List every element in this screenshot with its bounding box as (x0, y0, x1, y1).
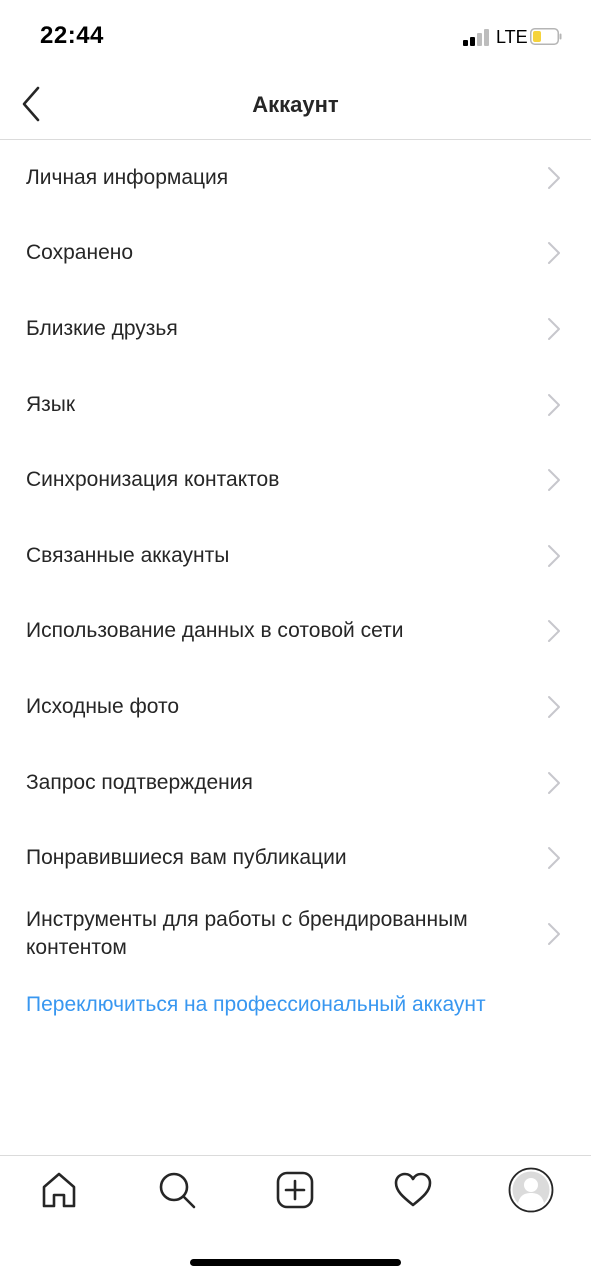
menu-item-cellular-data[interactable]: Использование данных в сотовой сети (0, 594, 591, 670)
chevron-right-icon (548, 544, 560, 567)
menu-item-label: Личная информация (26, 165, 229, 189)
menu-item-label: Сохранено (26, 241, 134, 265)
menu-item-label: Исходные фото (26, 694, 180, 718)
menu-item-label: Понравившиеся вам публикации (26, 846, 347, 870)
home-indicator (190, 1259, 401, 1266)
chevron-right-icon (548, 166, 560, 189)
page-title: Аккаунт (252, 92, 339, 117)
tab-home[interactable] (35, 1166, 83, 1214)
menu-item-contacts-sync[interactable]: Синхронизация контактов (0, 442, 591, 518)
menu-item-language[interactable]: Язык (0, 367, 591, 443)
menu-item-linked-accounts[interactable]: Связанные аккаунты (0, 518, 591, 594)
chevron-right-icon (548, 317, 560, 340)
menu-item-label: Язык (26, 392, 76, 416)
menu-item-saved[interactable]: Сохранено (0, 216, 591, 292)
switch-to-professional-link[interactable]: Переключиться на профессиональный аккаун… (26, 993, 486, 1017)
chevron-right-icon (548, 393, 560, 416)
chevron-right-icon (548, 847, 560, 870)
menu-item-liked-posts[interactable]: Понравившиеся вам публикации (0, 820, 591, 896)
menu-item-original-photos[interactable]: Исходные фото (0, 669, 591, 745)
menu-item-request-verification[interactable]: Запрос подтверждения (0, 745, 591, 821)
account-menu: Личная информация Сохранено Близкие друз… (0, 140, 591, 972)
search-icon (159, 1172, 196, 1209)
chevron-right-icon (548, 771, 560, 794)
signal-strength-icon (463, 28, 493, 46)
menu-item-label: Связанные аккаунты (26, 543, 230, 567)
chevron-right-icon (548, 695, 560, 718)
add-post-icon (276, 1171, 314, 1209)
tab-search[interactable] (153, 1166, 201, 1214)
menu-item-close-friends[interactable]: Близкие друзья (0, 291, 591, 367)
tab-new-post[interactable] (271, 1166, 319, 1214)
menu-item-branded-content-tools[interactable]: Инструменты для работы с брендированным … (0, 896, 591, 972)
chevron-right-icon (548, 922, 560, 945)
heart-icon (394, 1172, 432, 1207)
status-time: 22:44 (40, 22, 104, 49)
tab-activity[interactable] (389, 1166, 437, 1214)
chevron-right-icon (548, 620, 560, 643)
menu-item-personal-info[interactable]: Личная информация (0, 140, 591, 216)
chevron-right-icon (548, 469, 560, 492)
battery-icon (530, 28, 562, 45)
header: Аккаунт (0, 72, 591, 140)
home-icon (42, 1172, 76, 1208)
menu-item-label: Запрос подтверждения (26, 770, 253, 794)
menu-item-label: Инструменты для работы с брендированным … (26, 907, 468, 959)
bottom-tab-bar (0, 1155, 591, 1226)
status-bar: 22:44 LTE (0, 0, 591, 72)
menu-item-label: Синхронизация контактов (26, 468, 280, 492)
network-type: LTE (496, 27, 528, 47)
menu-item-label: Близкие друзья (26, 316, 178, 340)
tab-profile[interactable] (507, 1166, 555, 1214)
chevron-right-icon (548, 242, 560, 265)
profile-avatar-icon (508, 1167, 554, 1213)
menu-item-label: Использование данных в сотовой сети (26, 619, 404, 643)
